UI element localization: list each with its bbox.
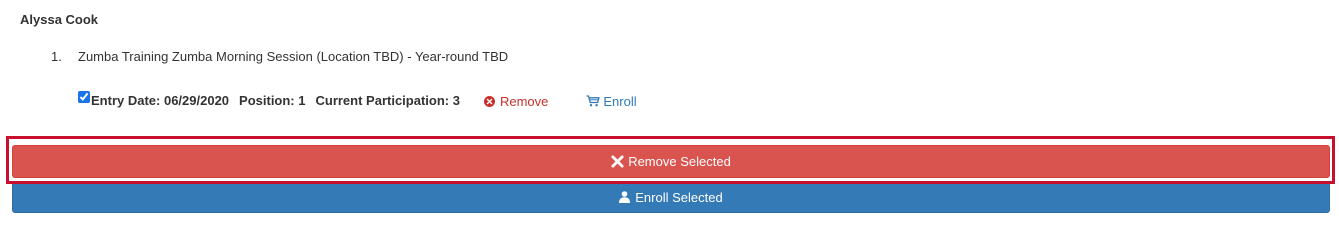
enroll-selected-button[interactable]: Enroll Selected (12, 181, 1330, 213)
enroll-selected-label: Enroll Selected (635, 189, 723, 205)
cart-icon (586, 95, 601, 107)
session-title: Zumba Training Zumba Morning Session (Lo… (78, 49, 509, 64)
x-icon (611, 155, 624, 168)
entry-position: Position: 1 (239, 92, 306, 108)
user-icon (619, 191, 631, 203)
circle-x-icon (483, 95, 495, 107)
remove-link[interactable]: Remove (483, 93, 549, 109)
remove-selected-label: Remove Selected (628, 154, 731, 169)
waitlist-entry-row: Entry Date: 06/29/2020 Position: 1 Curre… (78, 90, 637, 110)
enroll-link[interactable]: Enroll (586, 93, 637, 109)
remove-selected-button[interactable]: Remove Selected (12, 145, 1330, 178)
remove-link-label: Remove (499, 93, 549, 109)
current-participation: Current Participation: 3 (315, 92, 460, 108)
list-number: 1. (51, 49, 62, 64)
entry-select-checkbox[interactable] (78, 91, 90, 103)
person-name: Alyssa Cook (20, 12, 99, 27)
enroll-link-label: Enroll (603, 93, 637, 109)
entry-date: Entry Date: 06/29/2020 (91, 92, 230, 108)
